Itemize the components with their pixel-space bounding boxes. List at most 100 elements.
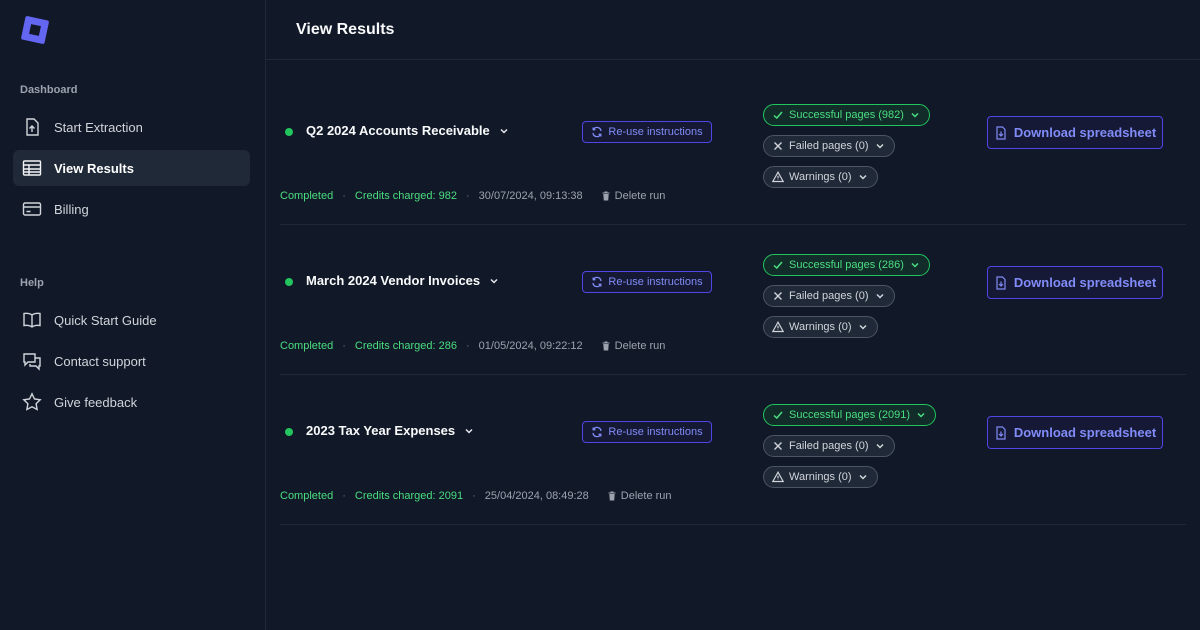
sidebar-item-view-results[interactable]: View Results: [13, 150, 250, 186]
sidebar-item-label: Contact support: [54, 353, 146, 369]
status-text: Completed: [280, 490, 334, 502]
sidebar-item-give-feedback[interactable]: Give feedback: [13, 384, 250, 420]
sidebar-item-contact-support[interactable]: Contact support: [13, 343, 250, 379]
warnings-label: Warnings (0): [789, 321, 852, 333]
failed-pages-pill[interactable]: Failed pages (0): [763, 285, 895, 307]
refresh-icon: [592, 276, 603, 288]
successful-pages-pill[interactable]: Successful pages (2091): [763, 404, 937, 426]
chevron-down-icon: [859, 324, 867, 330]
separator-dot: ·: [466, 340, 470, 352]
download-spreadsheet-button[interactable]: Download spreadsheet: [987, 416, 1163, 449]
reuse-instructions-button[interactable]: Re-use instructions: [582, 271, 712, 293]
credits-charged: Credits charged: 2091: [354, 490, 464, 502]
failed-pages-label: Failed pages (0): [789, 290, 869, 302]
download-file-icon: [996, 425, 1006, 440]
chevron-down-icon: [465, 428, 473, 434]
delete-run-label: Delete run: [614, 190, 666, 202]
book-icon: [21, 309, 43, 331]
delete-run-button[interactable]: Delete run: [601, 340, 666, 352]
run-row: Q2 2024 Accounts Receivable Re-use instr…: [280, 75, 1186, 225]
download-spreadsheet-button[interactable]: Download spreadsheet: [987, 266, 1163, 299]
sidebar: Dashboard Start Extraction View Results …: [0, 0, 266, 630]
run-meta: Completed · Credits charged: 2091 · 25/0…: [280, 490, 672, 502]
run-meta: Completed · Credits charged: 286 · 01/05…: [280, 340, 665, 352]
sidebar-item-billing[interactable]: Billing: [13, 191, 250, 227]
page-title: View Results: [266, 0, 1200, 60]
successful-pages-label: Successful pages (2091): [789, 409, 911, 421]
trash-icon: [602, 341, 610, 351]
status-text: Completed: [280, 340, 334, 352]
star-icon: [21, 391, 43, 413]
chevron-down-icon: [859, 474, 867, 480]
main-content: View Results Q2 2024 Accounts Receivable…: [266, 0, 1200, 630]
run-title-toggle[interactable]: 2023 Tax Year Expenses: [306, 423, 475, 438]
sidebar-item-label: View Results: [54, 160, 134, 176]
separator-dot: ·: [342, 340, 346, 352]
credits-charged: Credits charged: 286: [354, 340, 457, 352]
app-logo-icon[interactable]: [20, 15, 50, 45]
delete-run-button[interactable]: Delete run: [601, 190, 666, 202]
separator-dot: ·: [342, 490, 346, 502]
chevron-down-icon: [859, 174, 867, 180]
download-spreadsheet-label: Download spreadsheet: [1013, 425, 1157, 440]
reuse-instructions-label: Re-use instructions: [608, 426, 703, 438]
sidebar-item-start-extraction[interactable]: Start Extraction: [13, 109, 250, 145]
reuse-instructions-button[interactable]: Re-use instructions: [582, 421, 712, 443]
chevron-down-icon: [917, 412, 925, 418]
failed-pages-pill[interactable]: Failed pages (0): [763, 135, 895, 157]
section-label-help: Help: [20, 277, 44, 289]
chevron-down-icon: [490, 278, 498, 284]
warnings-pill[interactable]: Warnings (0): [763, 166, 878, 188]
successful-pages-label: Successful pages (286): [789, 259, 904, 271]
status-dot: [285, 428, 293, 436]
run-meta: Completed · Credits charged: 982 · 30/07…: [280, 190, 665, 202]
warning-triangle-icon: [772, 171, 784, 183]
check-icon: [773, 261, 783, 270]
failed-pages-label: Failed pages (0): [789, 140, 869, 152]
check-icon: [773, 411, 783, 420]
status-dot: [285, 128, 293, 136]
run-title-toggle[interactable]: Q2 2024 Accounts Receivable: [306, 123, 510, 138]
chevron-down-icon: [911, 262, 919, 268]
failed-pages-label: Failed pages (0): [789, 440, 869, 452]
run-timestamp: 01/05/2024, 09:22:12: [478, 340, 583, 352]
warnings-pill[interactable]: Warnings (0): [763, 466, 878, 488]
check-icon: [773, 111, 783, 120]
x-icon: [774, 292, 782, 300]
refresh-icon: [592, 126, 603, 138]
table-icon: [21, 157, 43, 179]
section-label-dashboard: Dashboard: [20, 84, 78, 96]
warning-triangle-icon: [772, 321, 784, 333]
sidebar-item-quick-start-guide[interactable]: Quick Start Guide: [13, 302, 250, 338]
x-icon: [774, 142, 782, 150]
delete-run-button[interactable]: Delete run: [607, 490, 672, 502]
download-spreadsheet-label: Download spreadsheet: [1013, 275, 1157, 290]
successful-pages-label: Successful pages (982): [789, 109, 904, 121]
run-timestamp: 30/07/2024, 09:13:38: [478, 190, 583, 202]
warnings-pill[interactable]: Warnings (0): [763, 316, 878, 338]
reuse-instructions-button[interactable]: Re-use instructions: [582, 121, 712, 143]
chat-bubbles-icon: [21, 350, 43, 372]
warnings-label: Warnings (0): [789, 471, 852, 483]
separator-dot: ·: [472, 490, 476, 502]
download-spreadsheet-button[interactable]: Download spreadsheet: [987, 116, 1163, 149]
successful-pages-pill[interactable]: Successful pages (286): [763, 254, 930, 276]
upload-file-icon: [21, 116, 43, 138]
run-title: March 2024 Vendor Invoices: [306, 273, 481, 288]
run-title: 2023 Tax Year Expenses: [306, 423, 456, 438]
separator-dot: ·: [342, 190, 346, 202]
reuse-instructions-label: Re-use instructions: [608, 126, 703, 138]
failed-pages-pill[interactable]: Failed pages (0): [763, 435, 895, 457]
delete-run-label: Delete run: [614, 340, 666, 352]
refresh-icon: [592, 426, 603, 438]
sidebar-item-label: Give feedback: [54, 394, 138, 410]
sidebar-item-label: Quick Start Guide: [54, 312, 157, 328]
delete-run-label: Delete run: [620, 490, 672, 502]
sidebar-item-label: Billing: [54, 201, 89, 217]
warnings-label: Warnings (0): [789, 171, 852, 183]
successful-pages-pill[interactable]: Successful pages (982): [763, 104, 930, 126]
credit-card-icon: [21, 198, 43, 220]
run-title-toggle[interactable]: March 2024 Vendor Invoices: [306, 273, 500, 288]
trash-icon: [608, 491, 616, 501]
download-file-icon: [996, 275, 1006, 290]
